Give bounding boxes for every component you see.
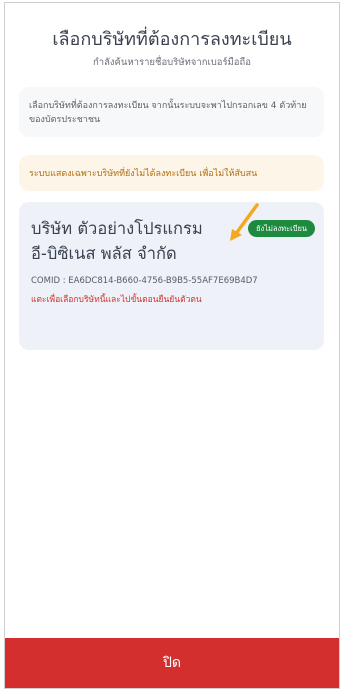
page-title: เลือกบริษัทที่ต้องการลงทะเบียน: [52, 29, 292, 50]
company-name-line1: บริษัท ตัวอย่างโปรแกรม: [31, 219, 203, 238]
page-subtitle: กำลังค้นหารายชื่อบริษัทจากเบอร์มือถือ: [93, 57, 251, 68]
arrow-icon: [230, 203, 259, 241]
company-name: บริษัท ตัวอย่างโปรแกรม อี-บิซิเนส พลัส จ…: [31, 216, 231, 266]
warning-box: ระบบแสดงเฉพาะบริษัทที่ยังไม่ได้ลงทะเบียน…: [19, 155, 324, 191]
header: เลือกบริษัทที่ต้องการลงทะเบียน กำลังค้นห…: [5, 3, 339, 70]
instruction-text: เลือกบริษัทที่ต้องการลงทะเบียน จากนั้นระ…: [29, 101, 307, 125]
warning-text: ระบบแสดงเฉพาะบริษัทที่ยังไม่ได้ลงทะเบียน…: [29, 169, 258, 179]
company-name-line2: อี-บิซิเนส พลัส จำกัด: [31, 244, 177, 263]
company-card[interactable]: บริษัท ตัวอย่างโปรแกรม อี-บิซิเนส พลัส จ…: [19, 202, 324, 350]
tap-hint: แตะเพื่อเลือกบริษัทนี้และไปขั้นตอนยืนยัน…: [31, 295, 202, 305]
company-select-screen: เลือกบริษัทที่ต้องการลงทะเบียน กำลังค้นห…: [4, 2, 340, 689]
close-button[interactable]: ปิด: [5, 638, 339, 688]
close-button-label: ปิด: [163, 655, 181, 671]
instruction-box: เลือกบริษัทที่ต้องการลงทะเบียน จากนั้นระ…: [19, 87, 324, 137]
company-id: COMID : EA6DC814-B660-4756-B9B5-55AF7E69…: [31, 276, 258, 286]
